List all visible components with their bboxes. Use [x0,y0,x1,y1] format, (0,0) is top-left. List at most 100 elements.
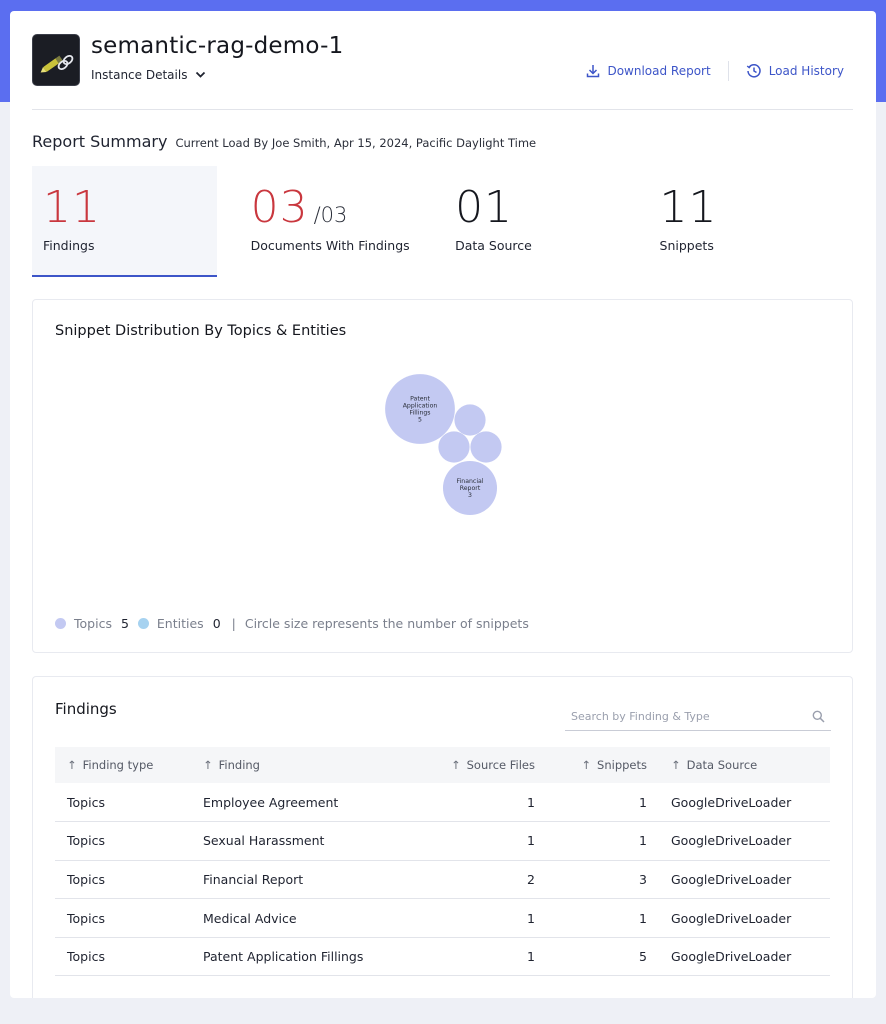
download-report-button[interactable]: Download Report [586,64,711,78]
stat-snippets[interactable]: 11 Snippets [649,166,853,277]
entities-legend-count: 0 [212,616,221,631]
col-source-files-label: Source Files [466,758,535,772]
instance-details-label: Instance Details [91,68,188,82]
findings-header-row: ↑ Finding type ↑ Finding ↑ Source Files ↑ Sn… [55,747,830,783]
report-summary-title: Report Summary [32,132,168,151]
cell-finding-type: Topics [67,949,105,965]
findings-panel: Findings ↑ Finding type ↑ Finding ↑ Source … [32,676,853,998]
stat-documents-denominator: /03 [313,203,348,227]
sort-arrow-icon: ↑ [67,758,77,772]
col-source-files[interactable]: ↑ Source Files [435,747,547,783]
cell-finding: Sexual Harassment [203,833,325,849]
cell-source-files: 1 [527,949,535,965]
link-pen-icon [40,54,74,73]
cell-source-files: 2 [527,871,535,887]
summary-stats: 11 Findings 03/03 Documents With Finding… [32,166,853,278]
col-data-source[interactable]: ↑ Data Source [659,747,830,783]
cell-data-source: GoogleDriveLoader [671,871,792,887]
stat-documents-numerator: 03 [250,182,309,233]
report-card: semantic-rag-demo-1 Instance Details Dow… [10,11,876,998]
stat-snippets-label: Snippets [659,238,714,253]
col-finding[interactable]: ↑ Finding [191,747,435,783]
stat-documents-label: Documents With Findings [250,238,410,253]
instance-details-dropdown[interactable]: Instance Details [91,68,206,82]
action-separator [727,61,729,81]
findings-title: Findings [55,700,117,718]
sort-arrow-icon: ↑ [581,758,592,772]
col-snippets[interactable]: ↑ Snippets [547,747,659,783]
stat-findings[interactable]: 11 Findings [32,166,217,277]
bubble-topic-label: Financial [456,478,483,485]
download-icon [587,65,600,78]
header-divider [32,109,853,110]
snippet-distribution-panel: Snippet Distribution By Topics & Entitie… [32,299,853,653]
load-history-label: Load History [768,64,844,78]
cell-source-files: 1 [527,794,535,810]
cell-snippets: 3 [639,871,647,887]
col-finding-type[interactable]: ↑ Finding type [55,747,191,783]
topics-legend-count: 5 [120,616,129,631]
bubble-value-label: 3 [468,492,472,499]
topics-legend-dot [55,618,66,629]
entities-legend-label: Entities [156,616,204,631]
bubble-topic[interactable] [470,431,502,463]
topics-legend-label: Topics [74,616,112,631]
cell-finding-type: Topics [67,794,105,810]
cell-source-files: 1 [527,833,535,849]
stat-snippets-value: 11 [659,182,718,233]
stat-data-source-label: Data Source [455,238,532,253]
bubble-topic-label: Report [460,485,481,492]
chevron-down-icon [196,71,206,78]
cell-data-source: GoogleDriveLoader [671,794,792,810]
cell-finding-type: Topics [67,833,105,849]
chart-legend: Topics 5 Entities 0 | Circle size repres… [55,616,529,631]
history-icon [746,64,761,78]
table-row[interactable]: Topics Financial Report 2 3 GoogleDriveL… [55,860,830,899]
legend-note: Circle size represents the number of sni… [244,616,529,631]
findings-search [565,703,831,731]
sort-arrow-icon: ↑ [203,758,213,772]
col-finding-label: Finding [218,758,260,772]
bubble-value-label: 5 [418,417,422,424]
cell-snippets: 1 [639,833,647,849]
load-history-button[interactable]: Load History [746,63,844,79]
cell-finding: Patent Application Fillings [203,949,364,965]
table-row[interactable]: Topics Medical Advice 1 1 GoogleDriveLoa… [55,899,830,938]
table-row[interactable]: Topics Employee Agreement 1 1 GoogleDriv… [55,783,830,822]
cell-finding: Employee Agreement [203,794,339,810]
cell-snippets: 5 [639,949,647,965]
bubble-chart: PatentApplicationFillings5 FinancialRepor… [385,374,502,516]
cell-data-source: GoogleDriveLoader [671,949,792,965]
table-row[interactable]: Topics Patent Application Fillings 1 5 G… [55,937,830,976]
app-logo [32,34,80,86]
sort-arrow-icon: ↑ [450,758,461,772]
col-snippets-label: Snippets [597,758,647,772]
app-title: semantic-rag-demo-1 [91,33,344,59]
entities-legend-dot [137,618,149,629]
cell-finding: Financial Report [203,871,304,887]
cell-finding: Medical Advice [203,910,297,926]
cell-finding-type: Topics [67,871,105,887]
cell-source-files: 1 [527,910,535,926]
stat-findings-value: 11 [43,182,101,233]
cell-data-source: GoogleDriveLoader [671,910,792,926]
report-summary-subtitle: Current Load By Joe Smith, Apr 15, 2024,… [175,136,537,150]
cell-finding-type: Topics [67,910,105,926]
findings-search-input[interactable] [571,710,791,723]
sort-arrow-icon: ↑ [671,758,681,772]
stat-data-source[interactable]: 01 Data Source [444,166,648,277]
bubble-topic-label: Patent [410,396,430,403]
bubble-topic[interactable] [454,404,486,436]
cell-data-source: GoogleDriveLoader [671,833,792,849]
stat-documents[interactable]: 03/03 Documents With Findings [240,166,444,277]
cell-snippets: 1 [639,910,647,926]
col-finding-type-label: Finding type [82,758,154,772]
bubble-topic[interactable] [438,431,470,463]
stat-documents-value: 03/03 [251,182,348,233]
stat-findings-label: Findings [43,238,95,253]
cell-snippets: 1 [639,794,647,810]
legend-separator: | [231,616,236,631]
search-icon[interactable] [812,710,825,723]
table-row[interactable]: Topics Sexual Harassment 1 1 GoogleDrive… [55,822,830,861]
bubble-topic-label: Application [403,403,438,410]
